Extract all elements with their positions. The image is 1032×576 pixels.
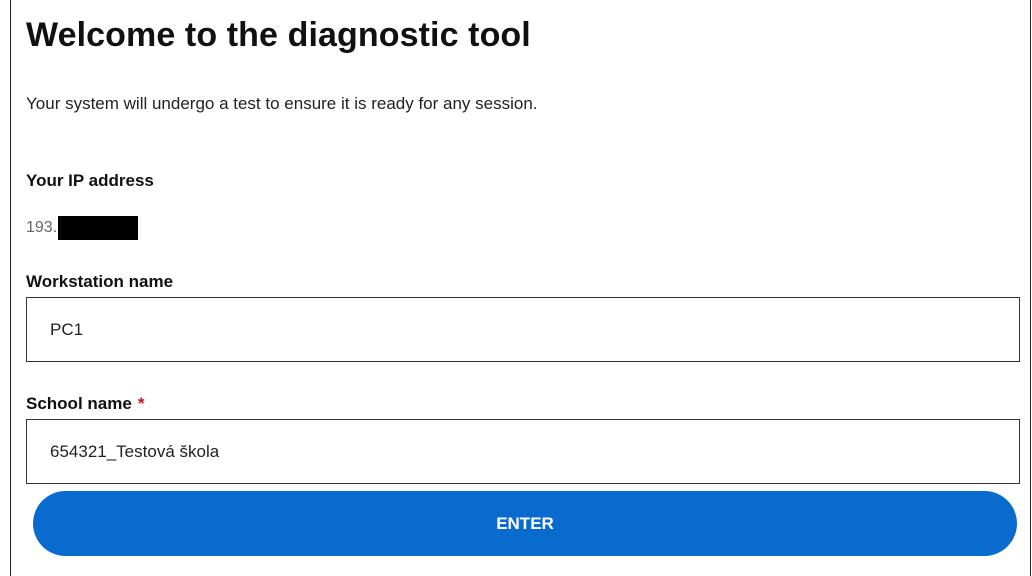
ip-address-value: 193. [26,219,58,236]
intro-text: Your system will undergo a test to ensur… [26,94,538,113]
workstation-name-label: Workstation name [26,272,174,291]
enter-button[interactable]: ENTER [33,491,1017,556]
page-title: Welcome to the diagnostic tool [26,16,531,54]
ip-address-row: 193. [26,216,139,240]
workstation-name-value: PC1 [50,319,84,339]
diagnostic-panel: Welcome to the diagnostic tool Your syst… [10,0,1031,576]
school-name-value: 654321_Testová škola [50,441,220,461]
school-name-input[interactable]: 654321_Testová škola [26,419,1020,484]
workstation-name-input[interactable]: PC1 [26,297,1020,362]
required-asterisk: * [137,394,145,413]
school-name-label: School name [26,394,132,413]
ip-address-label: Your IP address [26,171,154,190]
ip-redaction-block [58,216,139,240]
school-name-label-row: School name * [26,394,144,414]
